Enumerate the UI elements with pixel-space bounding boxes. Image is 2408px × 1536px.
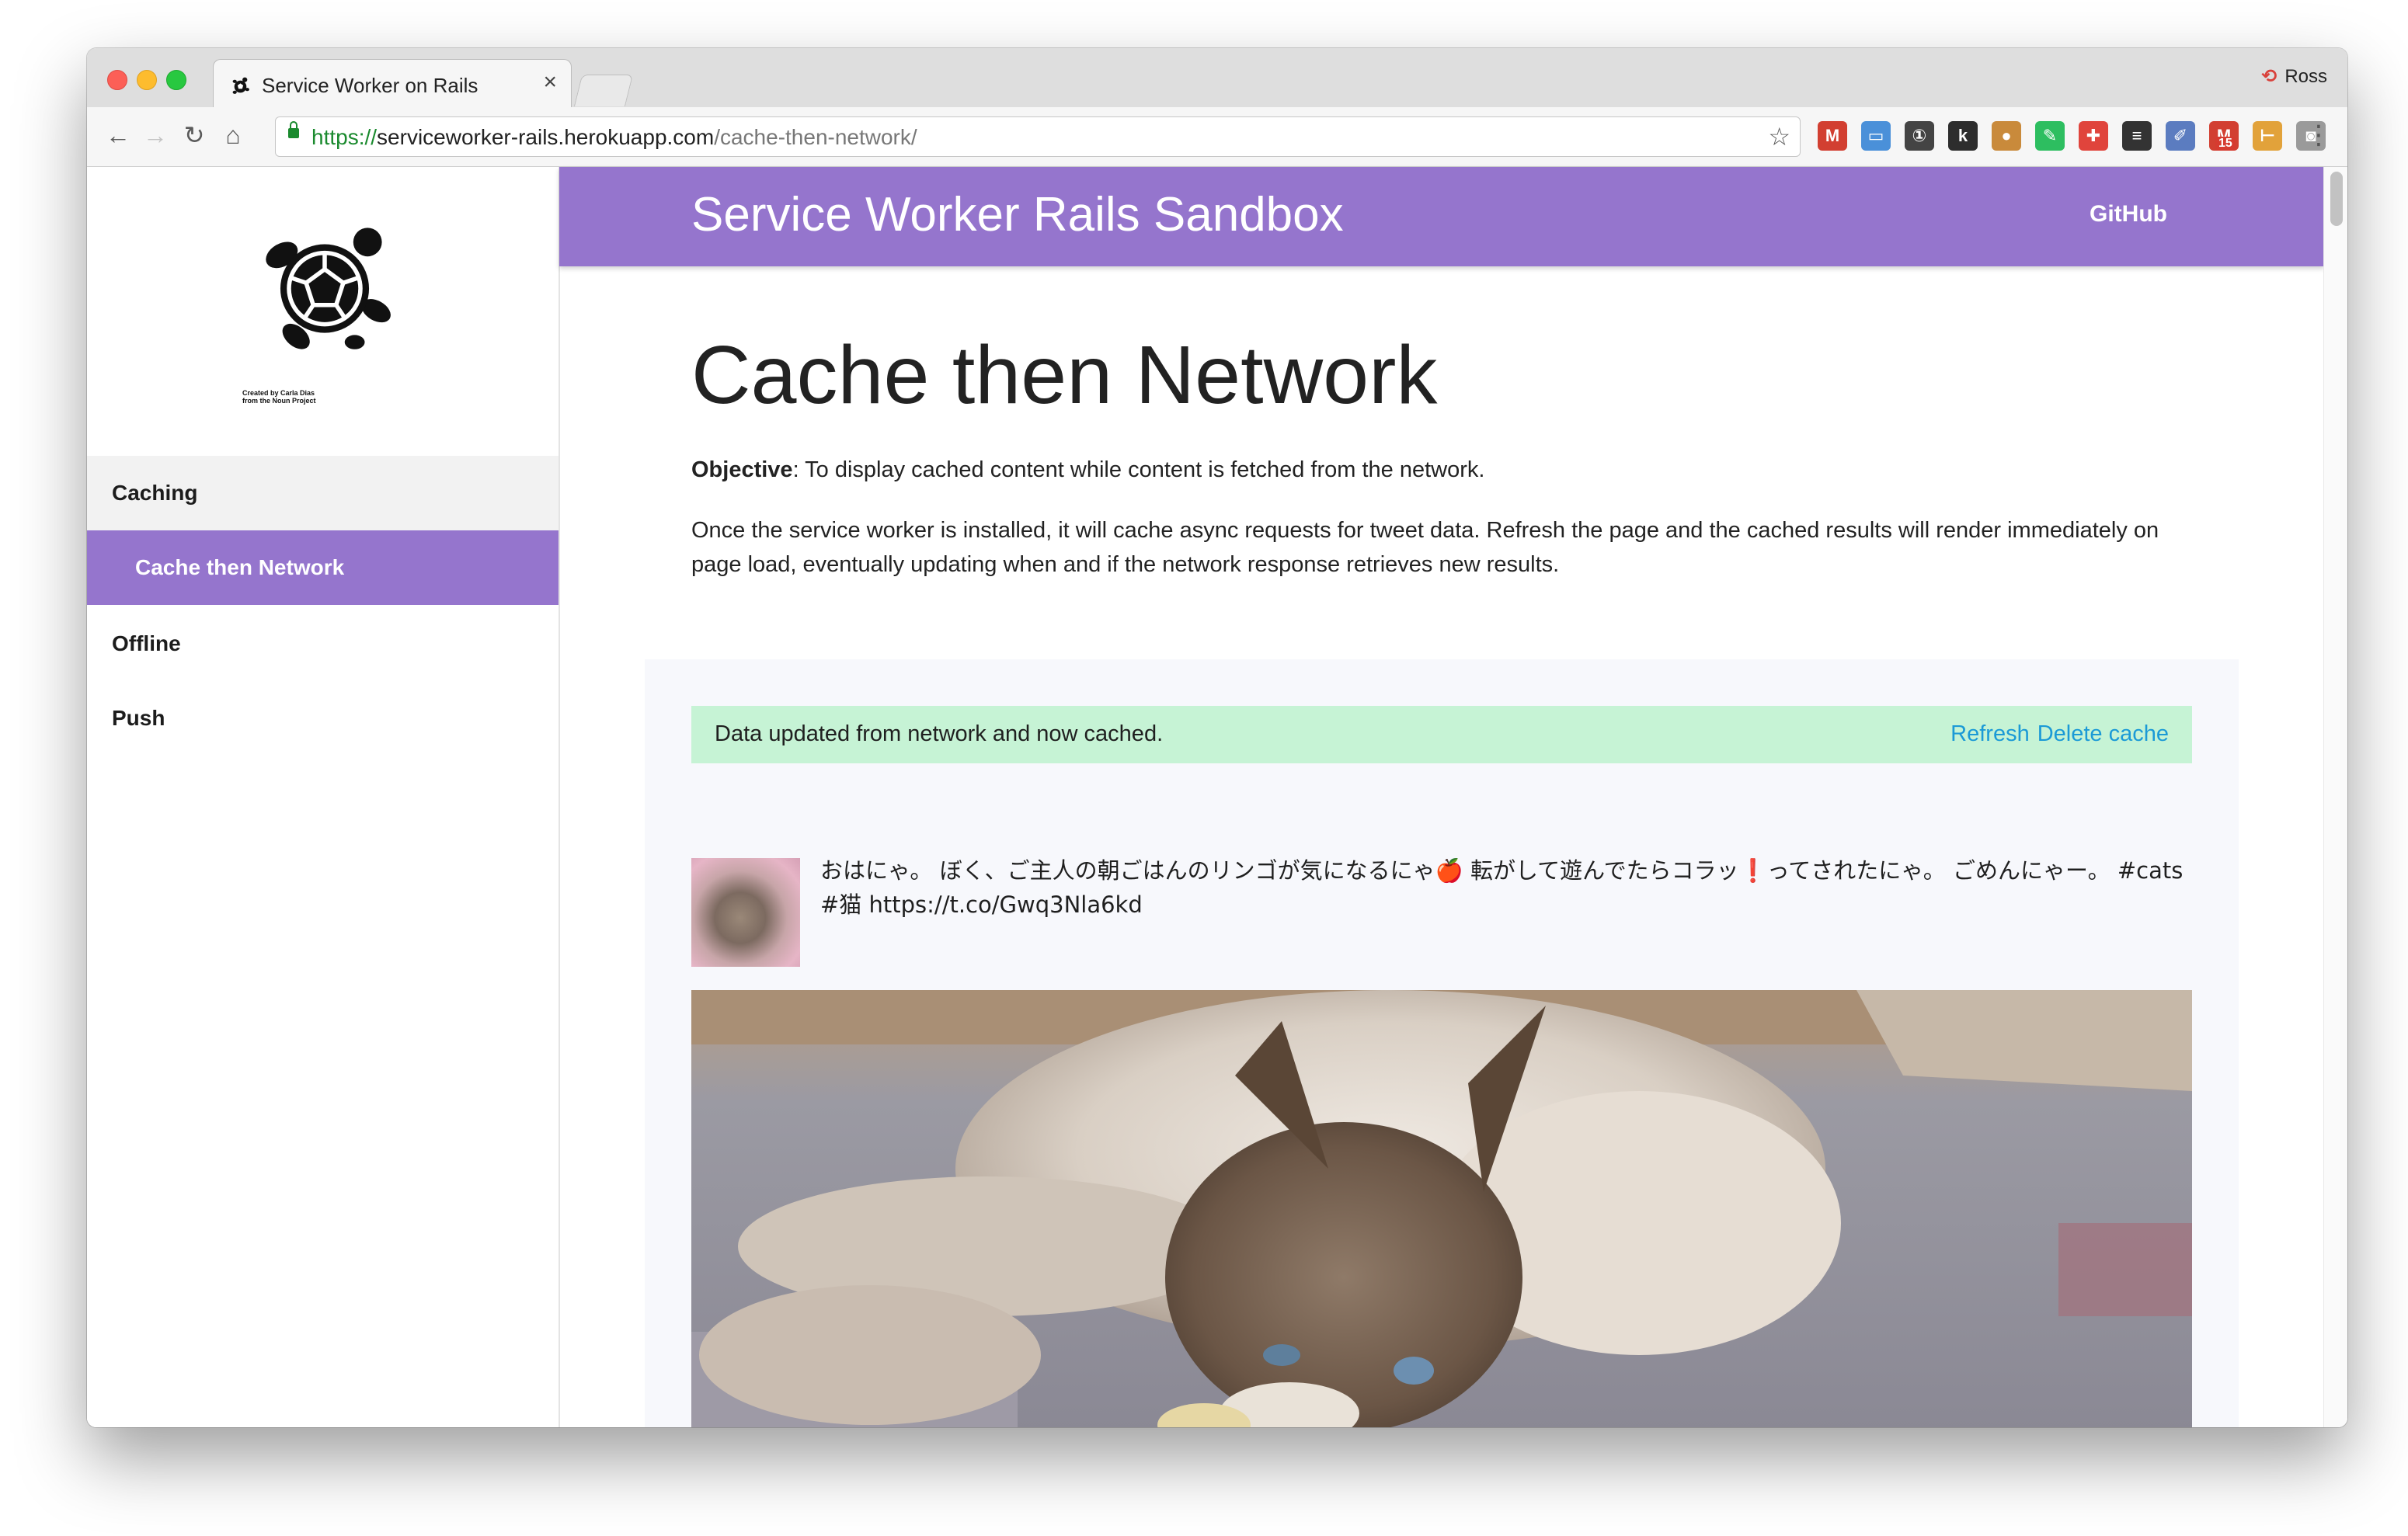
- eyedropper-icon-glyph: ✐: [2173, 126, 2188, 145]
- page-scrollbar[interactable]: [2323, 167, 2347, 1427]
- tab-service-worker-on-rails[interactable]: Service Worker on Rails ×: [213, 59, 572, 109]
- gmail-icon-glyph: M: [1825, 126, 1840, 145]
- sidebar: Created by Carla Dias from the Noun Proj…: [87, 167, 560, 1427]
- description: Once the service worker is installed, it…: [691, 518, 2159, 577]
- delete-cache-link[interactable]: Delete cache: [2037, 721, 2169, 746]
- logo-area: Created by Carla Dias from the Noun Proj…: [87, 167, 559, 456]
- gmail-icon[interactable]: M: [1818, 121, 1847, 151]
- cookie-icon-glyph: ●: [2001, 126, 2012, 145]
- url-text[interactable]: https://serviceworker-rails.herokuapp.co…: [311, 125, 917, 150]
- sync-error-icon: ⟲: [2261, 66, 2278, 87]
- secure-lock-icon: [288, 121, 299, 138]
- sidebar-item-offline[interactable]: Offline: [87, 606, 559, 681]
- ruler-icon[interactable]: ⊢: [2253, 121, 2282, 151]
- app-header: Service Worker Rails Sandbox GitHub: [559, 167, 2324, 266]
- url-path: /cache-then-network/: [714, 125, 917, 149]
- url-scheme: https://: [311, 125, 378, 149]
- logo-credit: Created by Carla Dias from the Noun Proj…: [242, 389, 316, 405]
- logo-credit-line2: from the Noun Project: [242, 397, 316, 405]
- cat-photo-image: [691, 990, 2192, 1427]
- new-tab-button[interactable]: [573, 75, 634, 106]
- close-window-button[interactable]: [107, 70, 127, 90]
- tweet-avatar[interactable]: [691, 858, 800, 967]
- web-page: Created by Carla Dias from the Noun Proj…: [87, 167, 2347, 1427]
- github-link[interactable]: GitHub: [2090, 201, 2167, 228]
- tab-title: Service Worker on Rails: [262, 74, 478, 97]
- buffer-icon[interactable]: ≡: [2122, 121, 2152, 151]
- status-alert: Data updated from network and now cached…: [691, 706, 2192, 763]
- browser-toolbar: ← → ↻ ⌂ https://serviceworker-rails.hero…: [87, 107, 2347, 167]
- sidebar-item-push[interactable]: Push: [87, 681, 559, 756]
- home-icon[interactable]: ⌂: [217, 120, 249, 151]
- objective-text: : To display cached content while conten…: [792, 457, 1485, 482]
- demo-panel: Data updated from network and now cached…: [645, 659, 2239, 1427]
- objective-label: Objective: [691, 457, 793, 482]
- ruler-icon-glyph: ⊢: [2259, 126, 2276, 145]
- refresh-link[interactable]: Refresh: [1950, 721, 2030, 746]
- onepassword-icon[interactable]: ①: [1905, 121, 1934, 151]
- onepassword-icon-glyph: ①: [1912, 126, 1927, 145]
- address-bar[interactable]: https://serviceworker-rails.herokuapp.co…: [275, 116, 1801, 157]
- turtle-favicon-icon: [232, 77, 249, 94]
- browser-menu-icon[interactable]: ⋮: [2305, 120, 2332, 151]
- buffer-icon-glyph: ≡: [2131, 126, 2142, 145]
- reload-icon[interactable]: ↻: [179, 120, 210, 151]
- minimize-window-button[interactable]: [137, 70, 157, 90]
- evernote-icon-glyph: ✎: [2042, 126, 2058, 145]
- tweet-text: おはにゃ。 ぼく、ご主人の朝ごはんのリンゴが気になるにゃ🍎 転がして遊んでたらコ…: [820, 857, 2184, 918]
- profile-name: Ross: [2284, 66, 2327, 87]
- profile-button[interactable]: ⟲ Ross: [2261, 65, 2327, 88]
- folder-icon-glyph: ▭: [1867, 126, 1884, 145]
- forward-arrow-icon[interactable]: →: [140, 120, 171, 151]
- k-extension-icon-glyph: k: [1957, 126, 1968, 145]
- tweet-photo-cat[interactable]: [691, 990, 2192, 1427]
- cookie-icon[interactable]: ●: [1992, 121, 2021, 151]
- main-content: Cache then Network Objective: To display…: [559, 266, 2324, 1427]
- medical-cross-icon[interactable]: ✚: [2079, 121, 2108, 151]
- tab-close-icon[interactable]: ×: [543, 69, 557, 95]
- zoom-window-button[interactable]: [166, 70, 186, 90]
- objective: Objective: To display cached content whi…: [691, 457, 1484, 483]
- alert-actions: Refresh Delete cache: [1943, 721, 2169, 747]
- turtle-logo-icon: [266, 228, 391, 349]
- extensions-bar: M ▭ ① k ● ✎ ✚ ≡ ✐ M 15 ⊢ ◙: [1818, 121, 2326, 151]
- scrollbar-thumb[interactable]: [2330, 172, 2343, 226]
- url-host: serviceworker-rails.herokuapp.com: [377, 125, 715, 149]
- browser-window: Service Worker on Rails × ⟲ Ross ← → ↻ ⌂ …: [87, 48, 2347, 1427]
- logo-credit-line1: Created by Carla Dias: [242, 389, 315, 397]
- tab-strip: Service Worker on Rails × ⟲ Ross: [87, 48, 2347, 109]
- eyedropper-icon[interactable]: ✐: [2166, 121, 2195, 151]
- page-title: Cache then Network: [691, 329, 1438, 421]
- bookmark-star-icon[interactable]: ☆: [1768, 122, 1790, 151]
- evernote-icon[interactable]: ✎: [2035, 121, 2065, 151]
- sidebar-item-cache-then-network[interactable]: Cache then Network: [87, 530, 559, 605]
- status-message: Data updated from network and now cached…: [715, 721, 1164, 746]
- sidebar-section-caching[interactable]: Caching: [87, 456, 559, 530]
- gmail-notifier-icon[interactable]: M 15: [2209, 121, 2239, 151]
- k-extension-icon[interactable]: k: [1948, 121, 1978, 151]
- medical-cross-icon-glyph: ✚: [2086, 126, 2101, 145]
- back-arrow-icon[interactable]: ←: [103, 120, 134, 151]
- notification-badge: 15: [2215, 137, 2236, 151]
- folder-icon[interactable]: ▭: [1861, 121, 1891, 151]
- site-title[interactable]: Service Worker Rails Sandbox: [691, 187, 1344, 242]
